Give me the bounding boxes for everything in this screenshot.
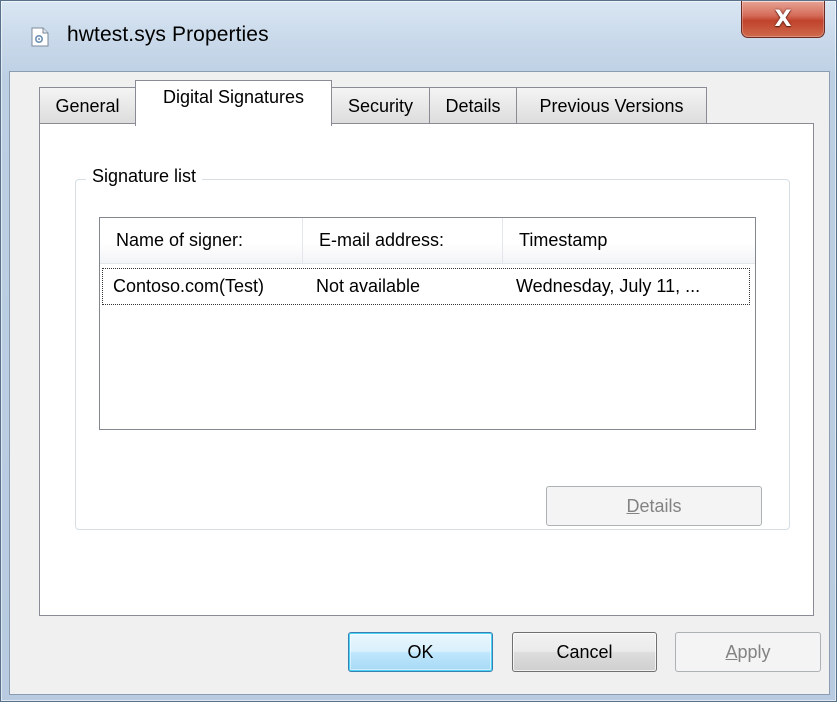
column-header-email[interactable]: E-mail address: xyxy=(303,218,503,263)
tab-label: Digital Signatures xyxy=(162,87,305,107)
apply-accel: A xyxy=(725,641,738,662)
timestamp-cell: Wednesday, July 11, ... xyxy=(516,276,701,296)
window-title: hwtest.sys Properties xyxy=(67,23,269,46)
close-button[interactable]: X xyxy=(741,1,825,38)
table-row[interactable]: Contoso.com(Test) Not available Wednesda… xyxy=(102,268,750,305)
email-cell: Not available xyxy=(316,276,421,296)
cancel-button[interactable]: Cancel xyxy=(512,632,657,672)
tab-label: Security xyxy=(347,95,414,116)
signer-cell: Contoso.com(Test) xyxy=(113,276,265,296)
tab-details[interactable]: Details xyxy=(429,87,517,124)
tab-security[interactable]: Security xyxy=(331,87,430,124)
digital-signatures-panel: Signature list Name of signer: E-mail ad… xyxy=(39,123,814,616)
properties-window: hwtest.sys Properties X General Digital … xyxy=(0,0,837,702)
tab-digital-signatures[interactable]: Digital Signatures xyxy=(135,80,332,126)
signature-list[interactable]: Name of signer: E-mail address: Timestam… xyxy=(99,217,756,430)
tab-label: Details xyxy=(445,95,501,116)
ok-button[interactable]: OK xyxy=(348,632,493,672)
details-accel: D xyxy=(626,495,640,516)
cancel-label: Cancel xyxy=(556,641,613,662)
tab-previous-versions[interactable]: Previous Versions xyxy=(516,87,707,124)
dialog-client-area: General Digital Signatures Security Deta… xyxy=(9,71,830,695)
tab-label: Previous Versions xyxy=(539,95,684,116)
apply-label: pply xyxy=(737,641,771,662)
close-icon: X xyxy=(774,6,792,32)
system-file-icon xyxy=(31,27,49,47)
column-header-signer[interactable]: Name of signer: xyxy=(100,218,303,263)
title-bar[interactable]: hwtest.sys Properties X xyxy=(1,1,836,71)
group-label: Signature list xyxy=(86,166,203,187)
tab-label: General xyxy=(55,95,120,116)
details-label: etails xyxy=(639,495,682,516)
list-header: Name of signer: E-mail address: Timestam… xyxy=(100,218,755,264)
details-button[interactable]: Details xyxy=(546,486,762,526)
apply-button[interactable]: Apply xyxy=(675,632,821,672)
column-header-timestamp[interactable]: Timestamp xyxy=(503,218,755,263)
ok-label: OK xyxy=(407,641,434,662)
tab-general[interactable]: General xyxy=(39,87,136,124)
